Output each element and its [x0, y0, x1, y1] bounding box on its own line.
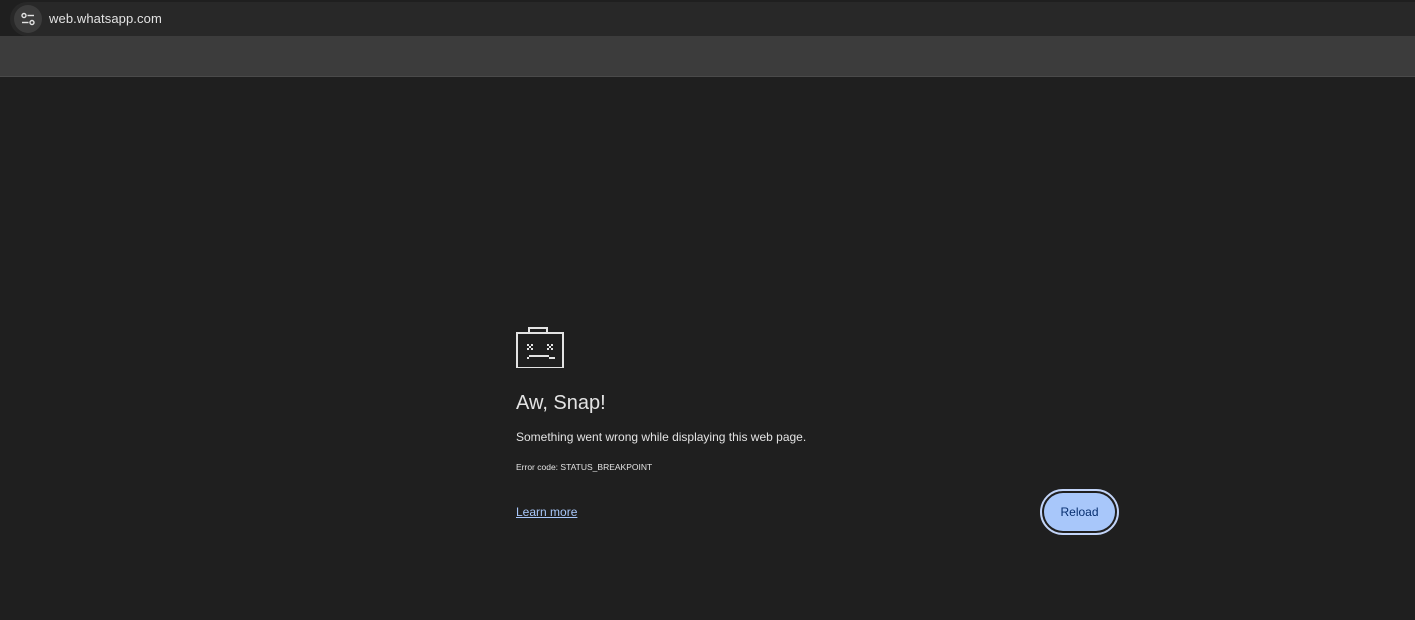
sad-folder-icon	[516, 327, 564, 368]
address-bar[interactable]: web.whatsapp.com	[10, 2, 1415, 36]
reload-button[interactable]: Reload	[1040, 489, 1119, 535]
site-info-button[interactable]	[14, 5, 42, 33]
error-message: Something went wrong while displaying th…	[516, 430, 807, 444]
tune-icon	[21, 12, 35, 26]
browser-top-bar: web.whatsapp.com	[0, 0, 1415, 37]
toolbar-strip	[0, 36, 1415, 77]
learn-more-link[interactable]: Learn more	[516, 505, 577, 519]
reload-button-label: Reload	[1044, 493, 1115, 531]
error-code: Error code: STATUS_BREAKPOINT	[516, 462, 653, 472]
url-text[interactable]: web.whatsapp.com	[49, 11, 162, 26]
error-title: Aw, Snap!	[516, 392, 606, 414]
page-content	[0, 77, 1415, 620]
